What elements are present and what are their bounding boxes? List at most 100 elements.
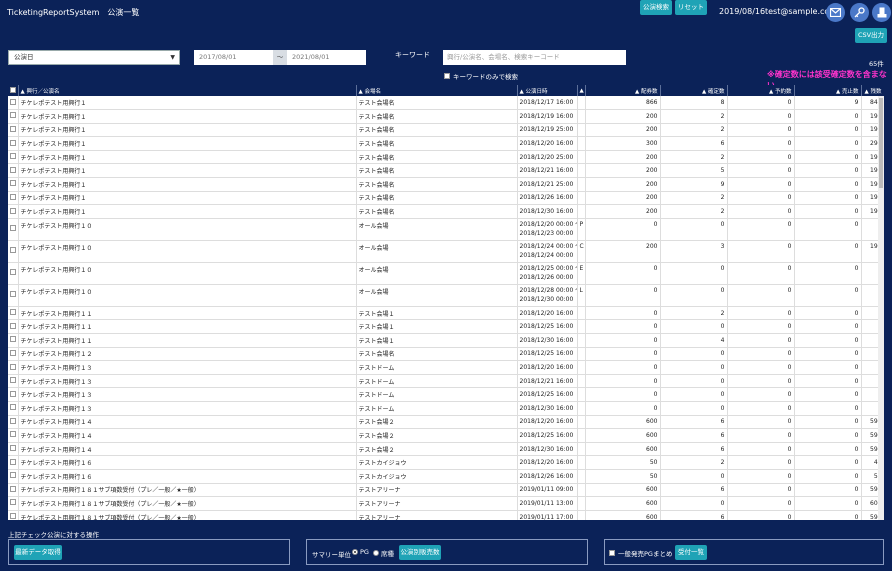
row-checkbox-cell[interactable] [8, 150, 19, 165]
row-checkbox-cell[interactable] [8, 319, 19, 335]
row-checkbox[interactable] [10, 139, 16, 146]
row-checkbox[interactable] [10, 309, 16, 316]
search-button[interactable]: 公演検索 [640, 0, 672, 15]
table-row[interactable]: チケレポテスト用興行１６ テストカイジョウ 2018/12/26 16:00 50 0 0… [8, 469, 884, 484]
row-checkbox-cell[interactable] [8, 123, 19, 138]
table-row[interactable]: チケレポテスト用興行１ テスト会場名 2018/12/19 16:00 200 2 0 0 1… [8, 109, 884, 124]
row-checkbox-cell[interactable] [8, 109, 19, 124]
date-to-input[interactable]: 2021/08/01 [287, 50, 366, 65]
row-checkbox[interactable] [10, 472, 16, 479]
table-row[interactable]: チケレポテスト用興行１１テスト会場１2018/12/25 16:0000000 [8, 319, 884, 335]
batch-checkbox[interactable] [609, 550, 615, 556]
row-checkbox-cell[interactable] [8, 510, 19, 520]
col-event-name[interactable]: ▲ 興行／公演名 [18, 85, 357, 96]
row-checkbox[interactable] [10, 499, 16, 506]
row-checkbox[interactable] [10, 207, 16, 214]
keyword-input[interactable]: 興行/公演名、会場名、検索キーコード [443, 50, 626, 65]
row-checkbox[interactable] [10, 98, 16, 105]
row-checkbox-cell[interactable] [8, 96, 19, 111]
row-checkbox[interactable] [10, 153, 16, 160]
row-checkbox[interactable] [10, 166, 16, 173]
row-checkbox-cell[interactable] [8, 469, 19, 484]
table-row[interactable]: チケレポテスト用興行１ テスト会場名 2018/12/20 16:00 300 6 0 0 2… [8, 136, 884, 151]
table-row[interactable]: チケレポテスト用興行１０ オール会場 2018/12/24 00:00 ～ 2018/… [8, 240, 884, 263]
row-checkbox-cell[interactable] [8, 428, 19, 443]
row-checkbox-cell[interactable] [8, 204, 19, 219]
col-allocated[interactable]: ▲ 配券数 [585, 85, 661, 96]
row-checkbox-cell[interactable] [8, 262, 19, 285]
row-checkbox-cell[interactable] [8, 191, 19, 206]
table-row[interactable]: チケレポテスト用興行１０ オール会場 2018/12/25 00:00 ～ 2018/… [8, 262, 884, 285]
row-checkbox-cell[interactable] [8, 284, 19, 307]
radio-pg-option[interactable]: PG [352, 548, 369, 556]
table-row[interactable]: チケレポテスト用興行１ テスト会場名 2018/12/26 16:00 200 2 0 0 1… [8, 191, 884, 206]
row-checkbox[interactable] [10, 112, 16, 119]
receipt-list-button[interactable]: 受付一覧 [675, 545, 707, 560]
row-checkbox[interactable] [10, 417, 16, 424]
row-checkbox[interactable] [10, 404, 16, 411]
mail-button[interactable] [826, 3, 845, 22]
row-checkbox-cell[interactable] [8, 306, 19, 321]
row-checkbox[interactable] [10, 291, 16, 298]
radio-seat[interactable] [373, 550, 379, 556]
row-checkbox[interactable] [10, 322, 16, 329]
table-row[interactable]: チケレポテスト用興行１３テストドーム2018/12/30 16:0000000 [8, 401, 884, 416]
row-checkbox[interactable] [10, 485, 16, 492]
table-scrollbar[interactable] [878, 96, 884, 520]
row-checkbox-cell[interactable] [8, 163, 19, 179]
table-row[interactable]: チケレポテスト用興行１４ テスト会場２ 2018/12/25 16:00 600 6 0 0… [8, 428, 884, 443]
table-row[interactable]: チケレポテスト用興行１ テスト会場名 2018/12/21 16:00 200 5 0 0 1… [8, 163, 884, 179]
table-row[interactable]: チケレポテスト用興行１３テストドーム2018/12/21 16:0000000 [8, 374, 884, 389]
settings-button[interactable] [850, 3, 869, 22]
table-row[interactable]: チケレポテスト用興行１ テスト会場名 2018/12/30 16:00 200 2 0 0 1… [8, 204, 884, 219]
row-checkbox-cell[interactable] [8, 360, 19, 375]
row-checkbox[interactable] [10, 377, 16, 384]
batch-option[interactable]: 一般発売PGまとめ [609, 548, 672, 558]
row-checkbox-cell[interactable] [8, 240, 19, 263]
radio-seat-option[interactable]: 席種 [373, 548, 394, 558]
row-checkbox-cell[interactable] [8, 496, 19, 511]
table-row[interactable]: チケレポテスト用興行１３テストドーム2018/12/20 16:0000000 [8, 360, 884, 375]
table-row[interactable]: チケレポテスト用興行１４ テスト会場２ 2018/12/30 16:00 600 6 0 0… [8, 442, 884, 457]
table-row[interactable]: チケレポテスト用興行１０ オール会場 2018/12/28 00:00 ～ 2018/… [8, 284, 884, 307]
row-checkbox-cell[interactable] [8, 333, 19, 348]
row-checkbox-cell[interactable] [8, 347, 19, 362]
row-checkbox[interactable] [10, 247, 16, 254]
table-row[interactable]: チケレポテスト用興行１８１サブ項数受付（プレ／一般／★一般） テストアリーナ 201… [8, 483, 884, 498]
col-datetime[interactable]: ▲ 公演日時 [517, 85, 578, 96]
row-checkbox[interactable] [10, 458, 16, 465]
row-checkbox[interactable] [10, 193, 16, 200]
row-checkbox[interactable] [10, 269, 16, 276]
table-row[interactable]: チケレポテスト用興行１３テストドーム2018/12/25 16:0000000 [8, 387, 884, 402]
keyword-only-option[interactable]: キーワードのみで検索 [444, 71, 518, 81]
table-row[interactable]: チケレポテスト用興行１４ テスト会場２ 2018/12/20 16:00 600 6 0 0… [8, 415, 884, 430]
table-row[interactable]: チケレポテスト用興行１１テスト会場１2018/12/20 16:0002000 [8, 306, 884, 321]
keyword-only-checkbox[interactable] [444, 73, 450, 79]
refresh-data-button[interactable]: 最新データ取得 [14, 545, 62, 560]
table-row[interactable]: チケレポテスト用興行１８１サブ項数受付（プレ／一般／★一般） テストアリーナ 201… [8, 496, 884, 511]
row-checkbox-cell[interactable] [8, 387, 19, 402]
radio-pg[interactable] [352, 549, 358, 555]
table-row[interactable]: チケレポテスト用興行１ テスト会場名 2018/12/19 25:00 200 2 0 0 1… [8, 123, 884, 138]
col-venue[interactable]: ▲ 会場名 [356, 85, 518, 96]
date-type-select[interactable]: 公演日 ▼ [8, 50, 180, 65]
row-checkbox[interactable] [10, 125, 16, 132]
csv-export-button[interactable]: CSV出力 [855, 28, 887, 43]
row-checkbox-cell[interactable] [8, 218, 19, 241]
col-code[interactable]: ▲ [577, 85, 586, 96]
col-reserved[interactable]: ▲ 予約数 [727, 85, 795, 96]
col-stopped[interactable]: ▲ 売止数 [794, 85, 862, 96]
row-checkbox[interactable] [10, 349, 16, 356]
row-checkbox-cell[interactable] [8, 483, 19, 498]
summary-sales-button[interactable]: 公演別販売数 [399, 545, 441, 560]
table-row[interactable]: チケレポテスト用興行１ テスト会場名 2018/12/21 25:00 200 9 0 0 1… [8, 177, 884, 192]
table-row[interactable]: チケレポテスト用興行１０ オール会場 2018/12/20 00:00 ～ 2018/… [8, 218, 884, 241]
select-all-checkbox[interactable] [10, 86, 16, 93]
col-remaining[interactable]: ▲ 残数 [861, 85, 884, 96]
row-checkbox[interactable] [10, 225, 16, 232]
table-row[interactable]: チケレポテスト用興行１２テスト会場名2018/12/25 16:0000000 [8, 347, 884, 362]
table-row[interactable]: チケレポテスト用興行１ テスト会場名 2018/12/20 25:00 200 2 0 0 1… [8, 150, 884, 165]
scrollbar-thumb[interactable] [879, 98, 883, 188]
account-button[interactable] [872, 3, 891, 22]
row-checkbox[interactable] [10, 445, 16, 452]
